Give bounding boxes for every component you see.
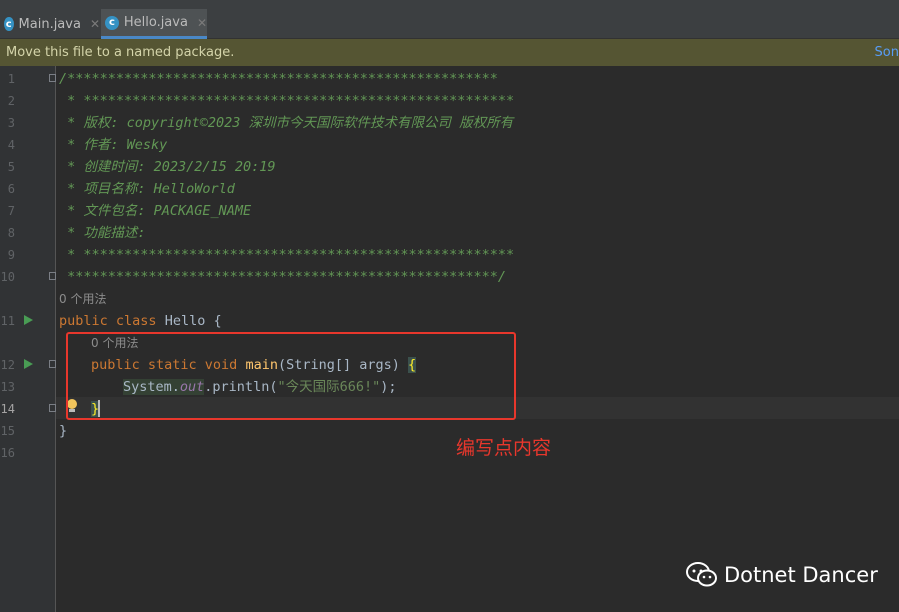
watermark: Dotnet Dancer bbox=[686, 560, 878, 590]
line-number: 10 bbox=[0, 270, 15, 284]
banner-message: Move this file to a named package. bbox=[6, 45, 235, 60]
run-class-icon[interactable] bbox=[24, 315, 33, 325]
notification-banner: Move this file to a named package. Son bbox=[0, 39, 899, 66]
code-line[interactable]: ****************************************… bbox=[59, 266, 506, 288]
code-line[interactable]: * 作者: Wesky bbox=[59, 134, 167, 156]
line-number: 13 bbox=[0, 380, 15, 394]
code-line[interactable]: * **************************************… bbox=[59, 244, 514, 266]
line-number: 1 bbox=[7, 72, 15, 86]
tab-hello-java[interactable]: c Hello.java ✕ bbox=[101, 9, 207, 39]
keyword: public class bbox=[59, 313, 157, 329]
fold-icon[interactable] bbox=[49, 272, 56, 280]
code-line[interactable]: * 项目名称: HelloWorld bbox=[59, 178, 235, 200]
brace: { bbox=[213, 313, 222, 329]
line-number: 4 bbox=[7, 138, 15, 152]
tab-label: Main.java bbox=[18, 16, 81, 32]
run-main-icon[interactable] bbox=[24, 359, 33, 369]
class-name: Hello bbox=[164, 313, 206, 329]
annotation-label: 编写点内容 bbox=[456, 437, 552, 459]
line-number: 15 bbox=[0, 424, 15, 438]
code-line-class-close[interactable]: } bbox=[59, 420, 67, 442]
tab-label: Hello.java bbox=[123, 15, 188, 30]
line-number: 3 bbox=[7, 116, 15, 130]
java-class-icon: c bbox=[105, 15, 119, 30]
usage-hint[interactable]: 0 个用法 bbox=[59, 288, 106, 310]
line-number: 11 bbox=[0, 314, 15, 328]
brace: } bbox=[59, 423, 68, 439]
annotation-box bbox=[66, 332, 516, 420]
close-icon[interactable]: ✕ bbox=[197, 16, 207, 30]
tab-main-java[interactable]: c Main.java ✕ bbox=[0, 9, 100, 39]
line-number: 8 bbox=[7, 226, 15, 240]
code-line[interactable]: * 文件包名: PACKAGE_NAME bbox=[59, 200, 251, 222]
line-number: 7 bbox=[7, 204, 15, 218]
fold-icon[interactable] bbox=[49, 404, 56, 412]
watermark-text: Dotnet Dancer bbox=[724, 563, 878, 587]
code-line[interactable]: * 版权: copyright©2023 深圳市今天国际软件技术有限公司 版权所… bbox=[59, 112, 513, 134]
line-number: 9 bbox=[7, 248, 15, 262]
close-icon[interactable]: ✕ bbox=[90, 17, 100, 31]
code-line[interactable]: * 创建时间: 2023/2/15 20:19 bbox=[59, 156, 275, 178]
banner-action-link[interactable]: Son bbox=[875, 45, 899, 60]
line-number: 2 bbox=[7, 94, 15, 108]
code-line[interactable]: * **************************************… bbox=[59, 90, 514, 112]
editor-tab-bar: c Main.java ✕ c Hello.java ✕ bbox=[0, 0, 899, 39]
fold-icon[interactable] bbox=[49, 74, 56, 82]
code-line[interactable]: /***************************************… bbox=[59, 68, 498, 90]
line-number: 16 bbox=[0, 446, 15, 460]
line-number: 6 bbox=[7, 182, 15, 196]
line-number: 14 bbox=[0, 402, 15, 416]
code-line-class-decl[interactable]: public class Hello { bbox=[59, 310, 222, 332]
fold-icon[interactable] bbox=[49, 360, 56, 368]
line-number: 5 bbox=[7, 160, 15, 174]
wechat-icon bbox=[686, 562, 717, 587]
java-class-icon: c bbox=[4, 17, 14, 31]
code-line[interactable]: * 功能描述: bbox=[59, 222, 145, 244]
line-number: 12 bbox=[0, 358, 15, 372]
